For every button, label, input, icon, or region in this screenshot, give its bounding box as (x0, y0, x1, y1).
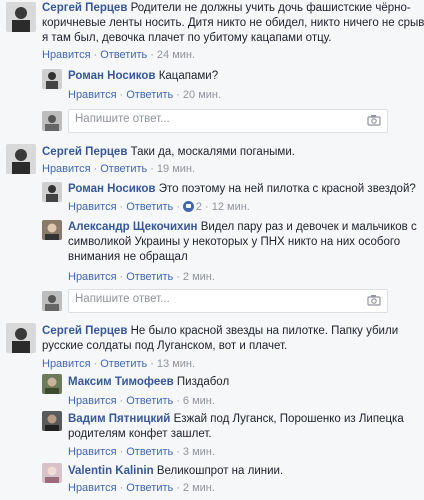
like-link[interactable]: Нравится (42, 163, 91, 175)
reply-input[interactable] (75, 293, 325, 305)
comment-author[interactable]: Сергей Перцев (42, 146, 127, 158)
reply: Максим Тимофеев Пиздабол Нравится · Ответи… (68, 376, 230, 407)
comment-text: Таки да, москалями погаными. (130, 146, 295, 158)
reply: Valentin Kalinin Великошпрот на линии. Н… (68, 465, 284, 494)
reply-link[interactable]: Ответить (100, 358, 147, 370)
comment-text: Видел пару раз и девочек и мальчиков с (200, 221, 417, 233)
comment-text: Родители не должны учить дочь фашистские… (130, 2, 411, 14)
reply: Роман Носиков Кацапами? Нравится · Ответит… (68, 70, 222, 101)
avatar (42, 111, 62, 131)
comment: Сергей Перцев Не было красной звезды на … (42, 324, 420, 372)
like-link[interactable]: Нравится (68, 89, 117, 101)
comment-author[interactable]: Valentin Kalinin (68, 465, 154, 477)
like-link[interactable]: Нравится (68, 446, 117, 458)
avatar[interactable] (42, 463, 62, 483)
comment-author[interactable]: Вадим Пятницкий (68, 413, 170, 425)
comment-text: Это поэтому на ней пилотка с красной зве… (158, 183, 416, 195)
comment-text: Пиздабол (176, 376, 230, 388)
reply: Вадим Пятницкий Езжай под Луганск, Порош… (68, 412, 418, 460)
reply-input-box[interactable] (68, 109, 388, 133)
comment-author[interactable]: Сергей Перцев (42, 2, 127, 14)
reply-link[interactable]: Ответить (126, 201, 173, 213)
timestamp[interactable]: 24 мин. (157, 49, 195, 61)
reply: Роман Носиков Это поэтому на ней пилотка… (68, 183, 416, 213)
reply-link[interactable]: Ответить (100, 163, 147, 175)
timestamp[interactable]: 13 мин. (157, 358, 195, 370)
like-icon (182, 201, 194, 212)
camera-icon[interactable] (367, 294, 381, 306)
comment: Сергей Перцев Родители не должны учить д… (42, 2, 424, 61)
comment-text: Кацапами? (158, 70, 219, 82)
avatar[interactable] (6, 323, 36, 353)
reply-link[interactable]: Ответить (100, 49, 147, 61)
comment-author[interactable]: Александр Щекочихин (68, 221, 197, 233)
reply-link[interactable]: Ответить (126, 271, 173, 283)
like-link[interactable]: Нравится (68, 482, 117, 494)
like-link[interactable]: Нравится (42, 49, 91, 61)
comment-text: Великошпрот на линии. (156, 465, 284, 477)
avatar[interactable] (42, 411, 62, 431)
comment-text: коричневые ленты носить. Дитя никто не о… (42, 17, 424, 29)
avatar[interactable] (42, 182, 62, 202)
reply-link[interactable]: Ответить (126, 482, 173, 494)
comment-author[interactable]: Роман Носиков (68, 183, 156, 195)
reply: Александр Щекочихин Видел пару раз и дев… (68, 221, 417, 283)
comment-author[interactable]: Максим Тимофеев (68, 376, 174, 388)
timestamp[interactable]: 12 мин. (212, 201, 250, 213)
comment-text: Не было красной звезды на пилотке. Папку… (130, 325, 399, 337)
reply-link[interactable]: Ответить (126, 395, 173, 407)
reply-link[interactable]: Ответить (126, 89, 173, 101)
timestamp[interactable]: 3 мин. (183, 446, 215, 458)
comment-author[interactable]: Роман Носиков (68, 70, 156, 82)
like-link[interactable]: Нравится (68, 395, 117, 407)
reply-input[interactable] (75, 113, 325, 125)
comment-text: русские солдаты под Луганском, вот и пла… (42, 340, 288, 352)
avatar[interactable] (42, 69, 62, 89)
timestamp[interactable]: 2 мин. (183, 271, 215, 283)
timestamp[interactable]: 6 мин. (183, 395, 215, 407)
avatar[interactable] (42, 374, 62, 394)
comment-author[interactable]: Сергей Перцев (42, 325, 127, 337)
timestamp[interactable]: 20 мин. (183, 89, 221, 101)
comment-text: родителям конфет зашлет. (68, 428, 212, 440)
like-link[interactable]: Нравится (68, 201, 117, 213)
avatar[interactable] (42, 220, 62, 240)
likes-count[interactable]: 2 (182, 201, 202, 213)
comment: Сергей Перцев Таки да, москалями поганым… (42, 146, 295, 175)
comment-text: символикой Украины у некоторых у ПНХ ник… (68, 236, 401, 248)
reply-input-box[interactable] (68, 289, 388, 313)
comment-text: я там был, девочка плачет по убитому кац… (42, 32, 332, 44)
avatar[interactable] (6, 2, 36, 32)
timestamp[interactable]: 19 мин. (157, 163, 195, 175)
camera-icon[interactable] (367, 114, 381, 126)
avatar[interactable] (6, 144, 36, 174)
avatar (42, 291, 62, 311)
comment-text: внимания не обращал (68, 251, 188, 263)
reply-link[interactable]: Ответить (126, 446, 173, 458)
comment-text: Езжай под Луганск, Порошенко из Липецка (173, 413, 404, 425)
timestamp[interactable]: 2 мин. (183, 482, 215, 494)
like-link[interactable]: Нравится (68, 271, 117, 283)
like-link[interactable]: Нравится (42, 358, 91, 370)
